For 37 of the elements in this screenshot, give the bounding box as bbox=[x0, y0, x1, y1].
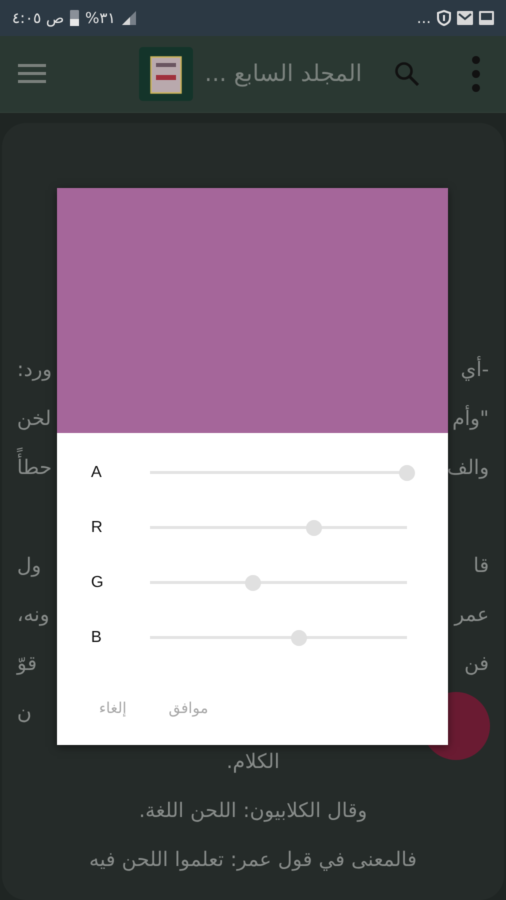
image-icon bbox=[479, 11, 494, 25]
search-icon[interactable] bbox=[394, 61, 420, 87]
body-text: حطأً bbox=[14, 450, 55, 484]
channel-label: A bbox=[91, 464, 103, 482]
more-notifications: ... bbox=[416, 9, 431, 27]
body-text: -أي bbox=[460, 355, 490, 383]
shield-icon bbox=[437, 10, 451, 26]
battery-percent: %٣١ bbox=[85, 9, 116, 27]
slider-thumb[interactable] bbox=[244, 574, 261, 590]
book-logo-icon bbox=[138, 47, 193, 101]
signal-icon bbox=[122, 11, 138, 25]
channel-label: R bbox=[91, 518, 104, 536]
slider-thumb[interactable] bbox=[399, 464, 415, 480]
clock: ص ٤:٠٥ bbox=[12, 9, 64, 27]
body-text: "وأم bbox=[451, 404, 490, 432]
body-text: قوّ bbox=[15, 650, 38, 677]
body-text: ن bbox=[16, 698, 33, 726]
slider-thumb[interactable] bbox=[291, 630, 308, 646]
body-text: عمر bbox=[452, 600, 490, 628]
body-text: ونه، bbox=[16, 600, 50, 628]
body-text: ورد: bbox=[16, 356, 53, 383]
mail-icon bbox=[457, 11, 473, 25]
body-text: قا bbox=[472, 552, 490, 578]
body-text: ول bbox=[16, 552, 42, 579]
menu-icon[interactable] bbox=[18, 64, 46, 84]
slider-thumb[interactable] bbox=[306, 520, 322, 536]
channel-label: B bbox=[91, 628, 103, 646]
battery-icon bbox=[70, 10, 80, 26]
body-text: لخن bbox=[16, 404, 52, 432]
more-options-icon[interactable] bbox=[472, 56, 480, 92]
app-title: المجلد السابع ... bbox=[204, 61, 362, 87]
body-text: فالمعنى في قول عمر: تعلموا اللحن فيه bbox=[88, 846, 418, 873]
channel-label: G bbox=[91, 574, 104, 592]
body-text: فن bbox=[463, 650, 490, 677]
body-text: والف bbox=[446, 454, 490, 481]
body-text: الكلام. bbox=[225, 748, 281, 775]
body-text: وقال الكلابيون: اللحن اللغة. bbox=[138, 796, 368, 824]
